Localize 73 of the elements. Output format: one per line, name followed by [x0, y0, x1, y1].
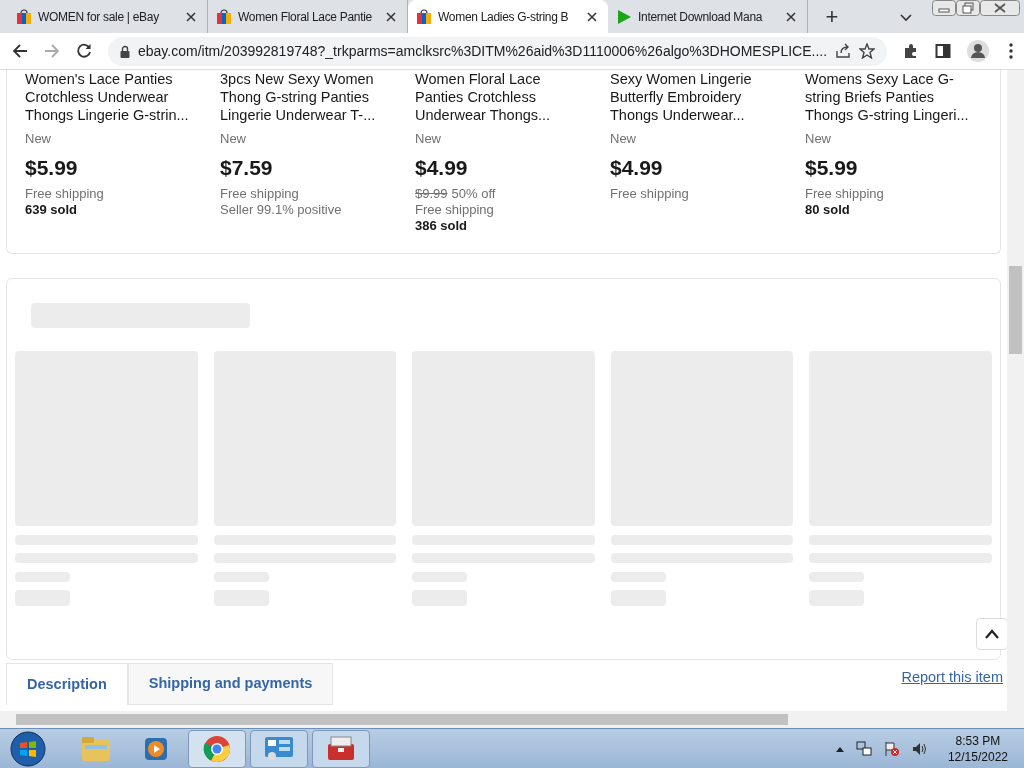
listing-info: Free shipping — [805, 186, 885, 202]
chevron-down-icon[interactable] — [898, 12, 914, 24]
product-title[interactable]: 3pcs New Sexy Women — [220, 70, 403, 88]
condition-label: New — [25, 130, 52, 148]
network-icon — [855, 740, 872, 757]
product-title[interactable]: Sexy Women Lingerie — [610, 70, 793, 88]
shopping-bag-icon — [216, 8, 232, 25]
restore-icon[interactable] — [956, 0, 980, 16]
share-icon — [835, 43, 852, 59]
sold-count: 80 sold — [805, 202, 851, 218]
price-text: $5.99 — [25, 154, 79, 181]
product-title[interactable]: Lingerie Underwear T-... — [220, 106, 403, 124]
product-title[interactable]: Crotchless Underwear — [25, 88, 208, 106]
product-title[interactable]: Women's Lace Panties — [25, 70, 208, 88]
detail-tab[interactable]: Shipping and payments — [127, 663, 334, 705]
product-title[interactable]: Women Floral Lace — [415, 70, 598, 88]
product-title[interactable]: Thongs Lingerie G-strin... — [25, 106, 208, 124]
tray-arrow-icon — [835, 745, 844, 752]
product-title[interactable]: Thongs Underwear... — [610, 106, 793, 124]
tab-title: Women Floral Lace Pantie — [238, 8, 373, 26]
condition-label: New — [220, 130, 247, 148]
close-icon[interactable] — [980, 0, 1020, 16]
sold-count: 386 sold — [415, 218, 469, 234]
product-title[interactable]: Butterfly Embroidery — [610, 88, 793, 106]
chrome-icon[interactable] — [188, 729, 246, 768]
tab-title: Women Ladies G-string B — [438, 8, 570, 26]
control-panel-icon[interactable] — [250, 729, 308, 768]
play-triangle-icon — [616, 8, 632, 25]
address-bar[interactable]: ebay.com/itm/203992819748?_trkparms=amclksrc%3DITM%26aid%3D1110006%26algo%3DHOMESPLICE.... — [108, 36, 888, 66]
clock-time: 8:53 PM — [955, 732, 1001, 749]
original-price: $9.99 — [415, 186, 448, 202]
product-title[interactable]: Thong G-string Panties — [220, 88, 403, 106]
start-orb-icon[interactable] — [8, 729, 48, 768]
product-title[interactable]: string Briefs Panties — [805, 88, 988, 106]
url-text: ebay.com/itm/203992819748?_trkparms=amclksrc%3DITM%26aid%3D1110006%26algo%3DHOMESPLICE.... — [138, 41, 828, 61]
tab-title: Internet Download Mana — [638, 8, 764, 26]
side-panel-icon[interactable] — [935, 41, 952, 61]
price-text: $5.99 — [805, 154, 859, 181]
product-title[interactable]: Thongs G-string Lingeri... — [805, 106, 988, 124]
minimize-icon[interactable] — [932, 0, 956, 16]
browser-tab[interactable]: Women Ladies G-string B — [408, 0, 608, 33]
price-text: $4.99 — [610, 154, 664, 181]
listing-info: Free shipping — [415, 202, 495, 218]
detail-tab[interactable]: Description — [6, 663, 128, 705]
sold-count: 639 sold — [25, 202, 79, 218]
report-link[interactable]: Report this item — [901, 667, 1003, 689]
product-title[interactable]: Underwear Thongs... — [415, 106, 598, 124]
discount-text: 50% off — [451, 186, 496, 202]
price-text: $7.59 — [220, 154, 274, 181]
toolbox-icon[interactable] — [312, 729, 370, 768]
product-title[interactable]: Womens Sexy Lace G- — [805, 70, 988, 88]
flag-icon — [883, 740, 900, 757]
listing-info: Free shipping — [25, 186, 105, 202]
listing-info: Free shipping — [220, 186, 300, 202]
clock-date: 12/15/2022 — [947, 748, 1008, 765]
vertical-scrollbar[interactable] — [1007, 70, 1024, 711]
condition-label: New — [610, 130, 637, 148]
listing-info: Free shipping — [610, 186, 690, 202]
profile-avatar-icon[interactable] — [967, 39, 990, 63]
tab-title: WOMEN for sale | eBay — [38, 8, 160, 26]
price-text: $4.99 — [415, 154, 469, 181]
horizontal-scrollbar[interactable] — [0, 711, 1024, 728]
new-tab-button[interactable]: + — [816, 0, 848, 33]
shopping-bag-icon — [16, 8, 32, 25]
reload-icon[interactable] — [76, 41, 92, 61]
star-icon — [859, 43, 876, 59]
shopping-bag-icon — [416, 8, 432, 25]
listing-info: Seller 99.1% positive — [220, 202, 343, 218]
lock-icon — [120, 44, 130, 58]
condition-label: New — [805, 130, 832, 148]
scroll-top-icon[interactable] — [976, 618, 1008, 650]
condition-label: New — [415, 130, 442, 148]
product-title[interactable]: Panties Crotchless — [415, 88, 598, 106]
